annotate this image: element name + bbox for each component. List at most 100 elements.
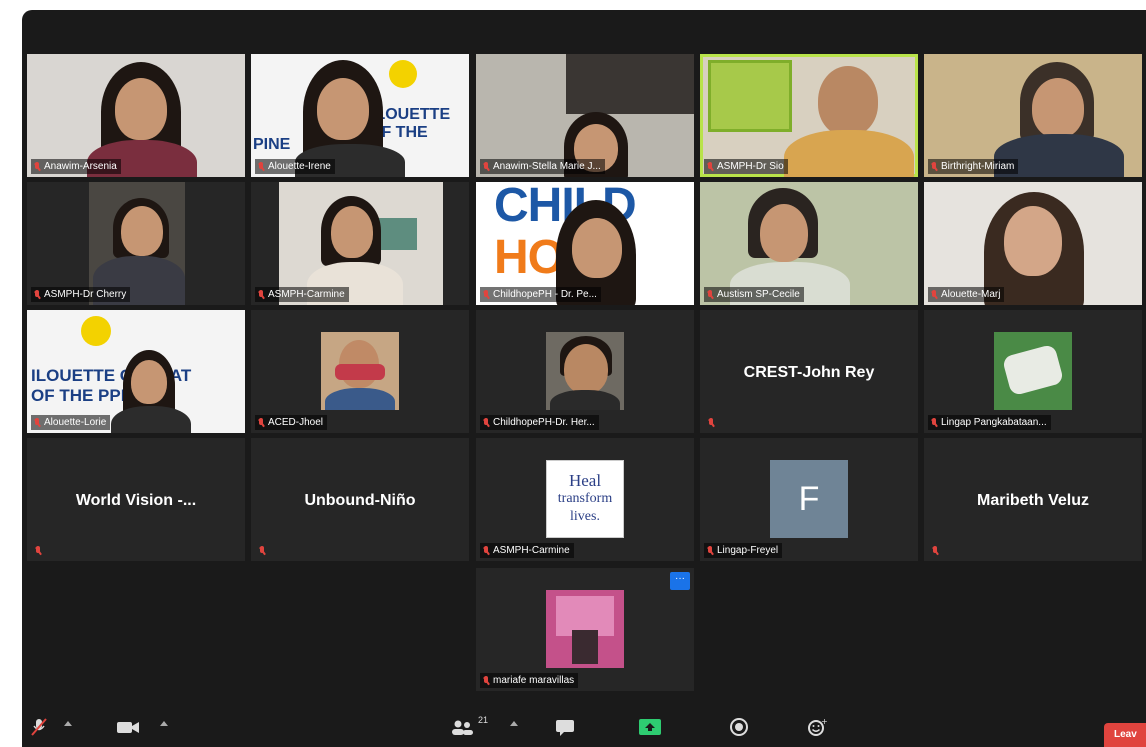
record-button[interactable]: [728, 717, 750, 737]
name-text: Anawim-Stella Marie J...: [493, 161, 601, 172]
participant-name: Alouette-Marj: [928, 287, 1005, 302]
profile-picture: [546, 590, 624, 668]
leave-meeting-button[interactable]: Leav: [1104, 723, 1146, 747]
name-text: ChildhopePH - Dr. Pe...: [493, 289, 597, 300]
record-icon: [730, 718, 748, 736]
share-screen-button[interactable]: [638, 717, 662, 737]
video-tile-world-vision[interactable]: World Vision -...: [27, 438, 245, 561]
muted-mic-icon: [707, 289, 713, 299]
name-text: ACED-Jhoel: [268, 417, 324, 428]
muted-mic-icon: [483, 675, 489, 685]
reactions-button[interactable]: +: [806, 717, 828, 737]
muted-mic-icon: [258, 289, 264, 299]
reactions-icon: +: [808, 717, 828, 736]
participant-name: Lingap Pangkabataan...: [928, 415, 1051, 430]
name-text: Alouette-Irene: [268, 161, 331, 172]
muted-mic-icon: [31, 718, 47, 736]
name-text: Lingap-Freyel: [717, 545, 779, 556]
video-tile-crest-john-rey[interactable]: CREST-John Rey: [700, 310, 918, 433]
video-tile-alouette-marj[interactable]: Alouette-Marj: [924, 182, 1142, 305]
participant-name: ASMPH-Carmine: [480, 543, 574, 558]
name-text: Birthright-Miriam: [941, 161, 1015, 172]
participant-name: ASMPH-Dr Cherry: [31, 287, 131, 302]
video-tile-childhope-dr-pe[interactable]: CHILD HO E ChildhopePH - Dr. Pe...: [476, 182, 694, 305]
profile-picture: Heal transform lives.: [546, 460, 624, 538]
participant-name: Lingap-Freyel: [704, 543, 783, 558]
chat-button[interactable]: [554, 717, 576, 737]
video-tile-birthright-miriam[interactable]: Birthright-Miriam: [924, 54, 1142, 177]
video-tile-mariafe-maravillas[interactable]: ··· mariafe maravillas: [476, 568, 694, 691]
muted-mic-icon: [931, 289, 937, 299]
video-tile-alouette-irene[interactable]: ILOUETTE OF THE PINE Alouette-Irene: [251, 54, 469, 177]
meeting-toolbar: 21 + Leav: [22, 707, 1146, 747]
video-tile-austism-cecile[interactable]: Austism SP-Cecile: [700, 182, 918, 305]
muted-mic-icon: [258, 161, 264, 171]
muted-mic-icon: [707, 545, 713, 555]
logo-text: Heal: [568, 471, 602, 490]
video-tile-asmph-dr-sio[interactable]: ASMPH-Dr Sio: [700, 54, 918, 177]
video-tile-lingap-freyel[interactable]: F Lingap-Freyel: [700, 438, 918, 561]
participant-name: Anawim-Arsenia: [31, 159, 121, 174]
name-text: Alouette-Lorie: [44, 417, 107, 428]
video-tile-lingap-pangkabataan[interactable]: Lingap Pangkabataan...: [924, 310, 1142, 433]
muted-mic-icon: [35, 546, 41, 555]
muted-mic-icon: [708, 418, 714, 427]
zoom-meeting-window: Anawim-Arsenia ILOUETTE OF THE PINE Alou…: [22, 10, 1146, 747]
muted-mic-icon: [34, 289, 40, 299]
name-text: Alouette-Marj: [941, 289, 1001, 300]
participant-name-display: Unbound-Niño: [304, 492, 416, 509]
participant-name: Anawim-Stella Marie J...: [480, 159, 605, 174]
start-video-button[interactable]: [116, 717, 140, 737]
chat-icon: [556, 720, 574, 736]
name-text: Anawim-Arsenia: [44, 161, 117, 172]
name-text: ASMPH-Dr Cherry: [44, 289, 127, 300]
avatar: F: [770, 460, 848, 538]
participant-name: ChildhopePH-Dr. Her...: [480, 415, 599, 430]
name-text: ASMPH-Carmine: [268, 289, 345, 300]
participant-name: ACED-Jhoel: [255, 415, 328, 430]
participant-name: Alouette-Lorie: [31, 415, 111, 430]
video-tile-aced-jhoel[interactable]: ACED-Jhoel: [251, 310, 469, 433]
name-text: ChildhopePH-Dr. Her...: [493, 417, 595, 428]
video-tile-anawim-arsenia[interactable]: Anawim-Arsenia: [27, 54, 245, 177]
muted-mic-icon: [34, 161, 40, 171]
muted-mic-icon: [259, 546, 265, 555]
share-screen-icon: [639, 719, 661, 735]
muted-mic-icon: [931, 161, 937, 171]
profile-picture: [546, 332, 624, 410]
video-tile-childhope-dr-her[interactable]: ChildhopePH-Dr. Her...: [476, 310, 694, 433]
participants-icon: [452, 720, 473, 735]
muted-mic-icon: [483, 545, 489, 555]
sun-logo-icon: [81, 316, 111, 346]
participant-name: ASMPH-Dr Sio: [704, 159, 788, 174]
participant-name: Austism SP-Cecile: [704, 287, 804, 302]
video-tile-asmph-carmine[interactable]: ASMPH-Carmine: [251, 182, 469, 305]
participant-name: Alouette-Irene: [255, 159, 335, 174]
muted-mic-icon: [258, 417, 264, 427]
muted-mic-icon: [483, 417, 489, 427]
participant-count: 21: [478, 715, 489, 725]
participants-options-caret-icon[interactable]: [510, 721, 518, 726]
more-options-icon[interactable]: ···: [670, 572, 690, 590]
audio-options-caret-icon[interactable]: [64, 721, 72, 726]
participant-name: ChildhopePH - Dr. Pe...: [480, 287, 601, 302]
muted-mic-icon: [483, 289, 489, 299]
video-tile-maribeth-veluz[interactable]: Maribeth Veluz: [924, 438, 1142, 561]
video-options-caret-icon[interactable]: [160, 721, 168, 726]
name-text: Austism SP-Cecile: [717, 289, 800, 300]
logo-text: PINE: [253, 136, 291, 153]
unmute-button[interactable]: [30, 717, 48, 737]
video-tile-unbound-nino[interactable]: Unbound-Niño: [251, 438, 469, 561]
video-tile-anawim-stella[interactable]: Anawim-Stella Marie J...: [476, 54, 694, 177]
logo-text: lives.: [570, 509, 600, 524]
video-tile-asmph-carmine-2[interactable]: Heal transform lives. ASMPH-Carmine: [476, 438, 694, 561]
video-tile-alouette-lorie[interactable]: ILOUETTE OUNDAT OF THE PPINE Alouette-Lo…: [27, 310, 245, 433]
name-text: mariafe maravillas: [493, 675, 575, 686]
profile-picture: [321, 332, 399, 410]
name-text: ASMPH-Carmine: [493, 545, 570, 556]
video-tile-asmph-dr-cherry[interactable]: ASMPH-Dr Cherry: [27, 182, 245, 305]
participants-button[interactable]: 21: [450, 715, 502, 737]
participant-name: Birthright-Miriam: [928, 159, 1019, 174]
participant-name: ASMPH-Carmine: [255, 287, 349, 302]
avatar-letter: F: [798, 479, 820, 518]
